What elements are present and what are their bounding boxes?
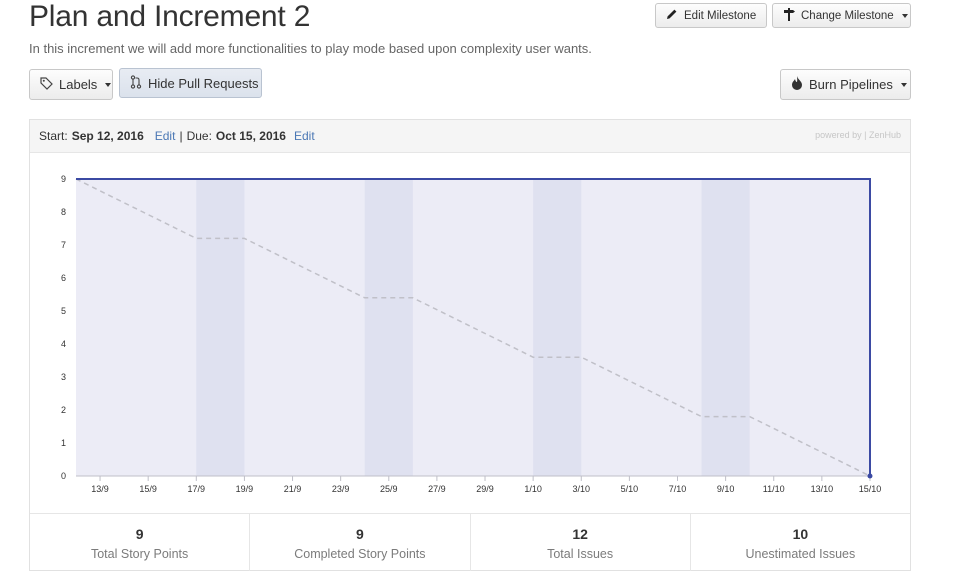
y-tick-label: 2 [61, 405, 66, 415]
burn-pipelines-label: Burn Pipelines [809, 77, 893, 92]
x-tick-label: 23/9 [332, 484, 350, 494]
x-tick-label: 29/9 [476, 484, 494, 494]
stat-completed-story-points: 9 Completed Story Points [250, 514, 471, 571]
change-milestone-label: Change Milestone [801, 9, 894, 22]
x-tick-label: 15/9 [139, 484, 157, 494]
labels-dropdown[interactable]: Labels [29, 69, 113, 100]
stat-label: Total Story Points [90, 547, 189, 561]
y-tick-label: 4 [61, 339, 66, 349]
labels-label: Labels [59, 77, 98, 92]
y-tick-label: 3 [61, 372, 66, 382]
signpost-icon [783, 7, 795, 24]
stat-label: Total Issues [547, 547, 614, 561]
tag-icon [40, 76, 53, 93]
stat-value: 9 [355, 526, 364, 542]
stat-value: 12 [572, 526, 588, 542]
milestone-title: Plan and Increment 2 [29, 0, 311, 33]
weekend-band [533, 179, 582, 476]
stat-label: Completed Story Points [294, 547, 426, 561]
x-tick-label: 13/9 [91, 484, 109, 494]
chevron-down-icon [900, 82, 907, 87]
start-date: Sep 12, 2016 [71, 129, 144, 143]
y-tick-label: 6 [61, 273, 66, 283]
y-tick-label: 5 [61, 306, 66, 316]
x-tick-label: 11/10 [763, 484, 785, 494]
x-tick-label: 15/10 [859, 484, 882, 494]
x-tick-label: 17/9 [188, 484, 206, 494]
stat-label: Unestimated Issues [745, 547, 856, 561]
stat-total-story-points: 9 Total Story Points [30, 514, 251, 571]
x-tick-label: 19/9 [236, 484, 254, 494]
edit-start-link[interactable]: Edit [155, 129, 176, 143]
burndown-chart: 0 1 2 3 4 5 6 7 8 9 13/9 15/9 17/9 19/9 21/9 23/9 25/9 27… [61, 174, 882, 494]
weekend-band [701, 179, 750, 476]
actual-burndown-end-point [867, 473, 873, 479]
separator: | [179, 129, 183, 143]
x-tick-label: 27/9 [428, 484, 446, 494]
x-tick-label: 3/10 [572, 484, 590, 494]
x-tick-label: 21/9 [284, 484, 302, 494]
y-tick-label: 1 [61, 438, 66, 448]
start-label: Start: [39, 129, 68, 143]
chevron-down-icon [901, 13, 908, 18]
milestone-dates-bar: Start: Sep 12, 2016 Edit | Due: Oct 15, … [30, 120, 910, 153]
edit-milestone-label: Edit Milestone [684, 9, 757, 22]
powered-by-zenhub: powered by | ZenHub [815, 130, 901, 140]
flame-icon [791, 76, 803, 93]
pull-request-icon [130, 74, 142, 92]
x-tick-label: 5/10 [621, 484, 639, 494]
x-tick-label: 13/10 [811, 484, 834, 494]
hide-pull-requests-label: Hide Pull Requests [148, 75, 259, 91]
x-tick-label: 1/10 [524, 484, 542, 494]
plot-area [76, 179, 870, 476]
hide-pull-requests-button[interactable]: Hide Pull Requests [119, 68, 262, 98]
due-label: Due: [186, 129, 212, 143]
stat-total-issues: 12 Total Issues [471, 514, 691, 571]
x-tick-label: 25/9 [380, 484, 398, 494]
burndown-panel: Start: Sep 12, 2016 Edit | Due: Oct 15, … [29, 119, 911, 571]
y-tick-label: 8 [61, 207, 66, 217]
due-date: Oct 15, 2016 [215, 129, 286, 143]
y-tick-label: 7 [61, 240, 66, 250]
x-tick-label: 9/10 [717, 484, 735, 494]
stat-value: 10 [792, 526, 809, 542]
stat-value: 9 [135, 526, 144, 542]
pencil-icon [666, 8, 678, 23]
stats-row: 9 Total Story Points 9 Completed Story P… [30, 513, 910, 571]
x-tick-label: 7/10 [669, 484, 687, 494]
weekend-band [364, 179, 413, 476]
change-milestone-button[interactable]: Change Milestone [772, 3, 911, 28]
stat-unestimated-issues: 10 Unestimated Issues [691, 514, 910, 571]
weekend-band [196, 179, 245, 476]
edit-due-link[interactable]: Edit [294, 129, 315, 143]
y-tick-label: 9 [61, 174, 66, 184]
burn-pipelines-dropdown[interactable]: Burn Pipelines [780, 69, 911, 100]
y-tick-label: 0 [61, 471, 66, 481]
edit-milestone-button[interactable]: Edit Milestone [655, 3, 767, 28]
milestone-description: In this increment we will add more funct… [29, 41, 592, 56]
chevron-down-icon [105, 82, 112, 87]
